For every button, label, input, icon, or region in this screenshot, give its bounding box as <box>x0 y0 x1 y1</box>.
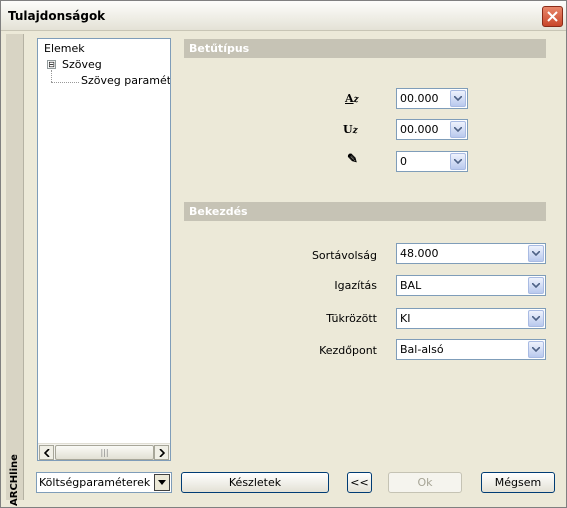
sets-button[interactable]: Készletek <box>181 472 329 493</box>
triangle-down-icon <box>158 480 166 485</box>
mirrored-label: Tükrözött <box>326 312 377 325</box>
back-button[interactable]: << <box>347 472 372 493</box>
chevron-down-icon <box>532 316 540 321</box>
font-height-value: 00.000 <box>400 92 439 105</box>
line-spacing-value: 48.000 <box>400 247 439 260</box>
alignment-combo[interactable]: BAL <box>396 275 546 296</box>
collapse-toggle-icon[interactable]: ⊟ <box>47 60 56 69</box>
close-icon <box>547 11 558 22</box>
mirrored-dropdown-button[interactable] <box>528 310 544 327</box>
cost-parameters-value: Költségparaméterek <box>39 476 151 489</box>
alignment-dropdown-button[interactable] <box>528 277 544 294</box>
font-height-dropdown-button[interactable] <box>450 90 466 107</box>
chevron-right-icon <box>158 448 165 457</box>
close-button[interactable] <box>542 6 563 27</box>
font-width-icon: Uz <box>343 123 358 136</box>
line-spacing-dropdown-button[interactable] <box>528 245 544 262</box>
chevron-down-icon <box>454 96 462 101</box>
cost-parameters-dropdown-button[interactable] <box>154 474 170 491</box>
font-width-value: 00.000 <box>400 123 439 136</box>
mirrored-value: KI <box>400 312 411 325</box>
pen-dropdown-button[interactable] <box>450 153 466 170</box>
alignment-value: BAL <box>400 279 422 292</box>
tree-item-text[interactable]: Szöveg <box>62 58 102 71</box>
chevron-down-icon <box>454 159 462 164</box>
side-strip: ARCHline <box>6 34 24 506</box>
pen-value: 0 <box>400 155 407 168</box>
line-spacing-combo[interactable]: 48.000 <box>396 243 546 264</box>
properties-dialog: Tulajdonságok ARCHline Elemek ⊟ Szöveg S… <box>0 0 567 508</box>
start-point-value: Bal-alsó <box>400 343 444 356</box>
start-point-label: Kezdőpont <box>319 344 377 357</box>
tree-item-elements[interactable]: Elemek <box>44 42 85 55</box>
start-point-dropdown-button[interactable] <box>528 341 544 358</box>
pen-combo[interactable]: 0 <box>396 151 468 172</box>
font-height-combo[interactable]: 00.000 <box>396 88 468 109</box>
pen-icon: ✎ <box>347 152 358 167</box>
chevron-down-icon <box>532 347 540 352</box>
font-section-header: Betűtípus <box>184 39 546 58</box>
start-point-combo[interactable]: Bal-alsó <box>396 339 546 360</box>
font-width-dropdown-button[interactable] <box>450 121 466 138</box>
title-bar: Tulajdonságok <box>1 1 566 31</box>
chevron-down-icon <box>532 283 540 288</box>
line-spacing-label: Sortávolság <box>311 249 377 262</box>
tree-item-text-params[interactable]: Szöveg paraméterei <box>81 74 170 87</box>
side-strip-label: ARCHline <box>9 454 20 506</box>
scroll-thumb[interactable]: ||| <box>55 445 154 460</box>
window-title: Tulajdonságok <box>8 9 106 23</box>
tree-connector <box>51 82 79 83</box>
element-tree[interactable]: Elemek ⊟ Szöveg Szöveg paraméterei ||| <box>37 38 171 461</box>
font-height-icon: Az <box>345 92 359 105</box>
scroll-left-button[interactable] <box>39 445 54 460</box>
tree-connector <box>51 70 52 82</box>
cost-parameters-combo[interactable]: Költségparaméterek <box>36 472 172 493</box>
mirrored-combo[interactable]: KI <box>396 308 546 329</box>
horizontal-scrollbar[interactable]: ||| <box>38 443 170 460</box>
chevron-down-icon <box>532 251 540 256</box>
ok-button[interactable]: Ok <box>388 472 462 493</box>
chevron-down-icon <box>454 127 462 132</box>
chevron-left-icon <box>43 448 50 457</box>
scroll-right-button[interactable] <box>154 445 169 460</box>
font-width-combo[interactable]: 00.000 <box>396 119 468 140</box>
alignment-label: Igazítás <box>334 279 377 292</box>
paragraph-section-header: Bekezdés <box>184 202 546 221</box>
cancel-button[interactable]: Mégsem <box>481 472 555 493</box>
